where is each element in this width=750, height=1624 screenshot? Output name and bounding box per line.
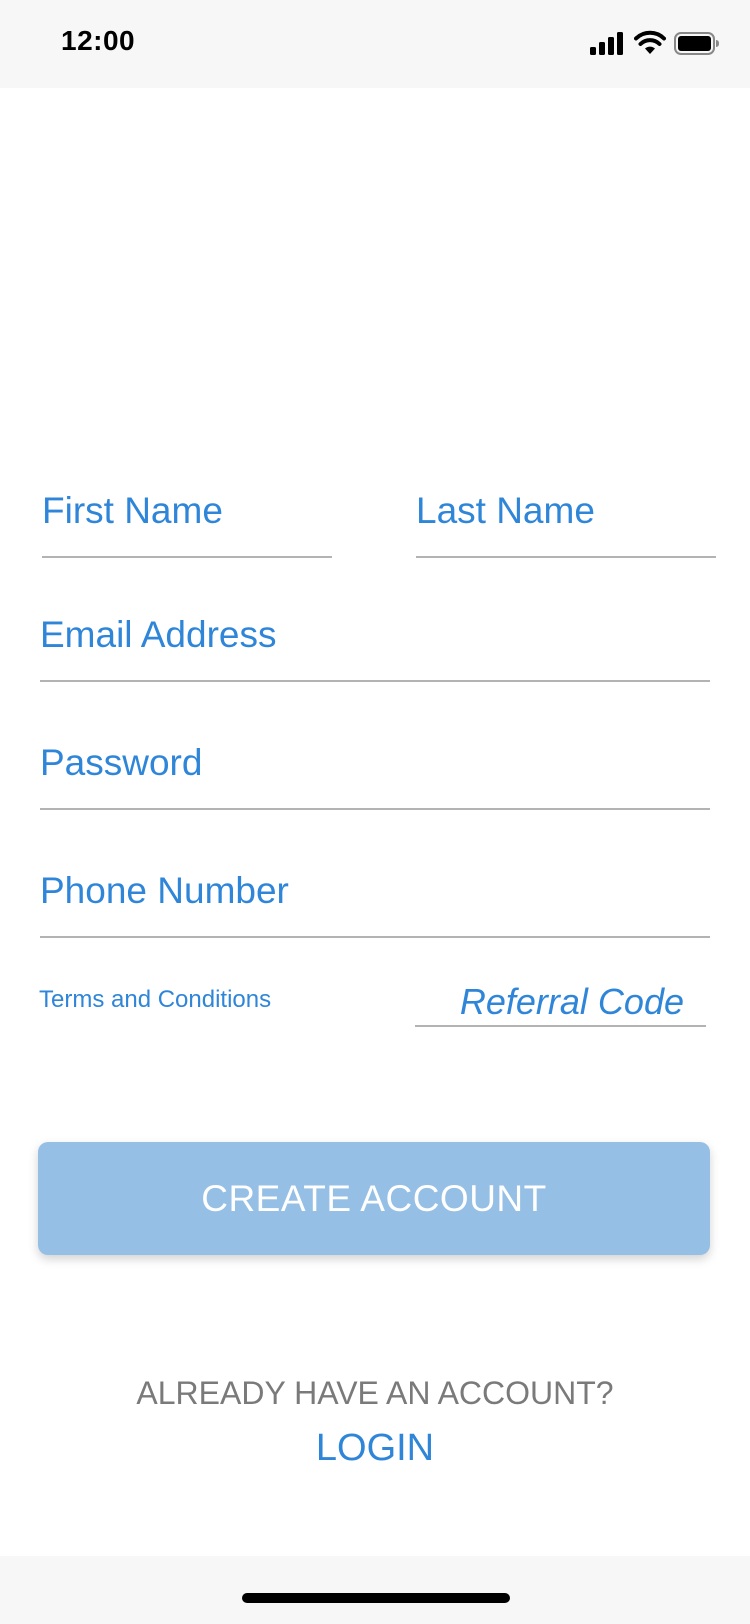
create-account-button[interactable]: CREATE ACCOUNT: [38, 1142, 710, 1255]
status-icons: [590, 30, 720, 58]
password-field[interactable]: [40, 722, 710, 810]
first-name-field[interactable]: [42, 470, 332, 558]
login-link[interactable]: LOGIN: [0, 1427, 750, 1470]
first-name-input[interactable]: [42, 490, 332, 532]
cellular-signal-icon: [590, 32, 623, 55]
wifi-icon: [634, 30, 666, 54]
home-indicator[interactable]: [242, 1593, 510, 1603]
last-name-input[interactable]: [416, 490, 716, 532]
referral-code-field[interactable]: [415, 980, 706, 1027]
email-input[interactable]: [40, 614, 710, 656]
password-input[interactable]: [40, 742, 710, 784]
status-time: 12:00: [61, 25, 136, 56]
battery-icon: [674, 32, 719, 55]
last-name-field[interactable]: [416, 470, 716, 558]
email-field[interactable]: [40, 594, 710, 682]
terms-and-conditions-link[interactable]: Terms and Conditions: [39, 986, 271, 1014]
bottom-bar: [0, 1556, 750, 1624]
phone-field[interactable]: [40, 850, 710, 938]
already-have-account-text: ALREADY HAVE AN ACCOUNT?: [136, 1375, 614, 1411]
referral-code-input[interactable]: [424, 981, 684, 1023]
status-bar: 12:00: [0, 0, 750, 88]
phone-input[interactable]: [40, 870, 710, 912]
